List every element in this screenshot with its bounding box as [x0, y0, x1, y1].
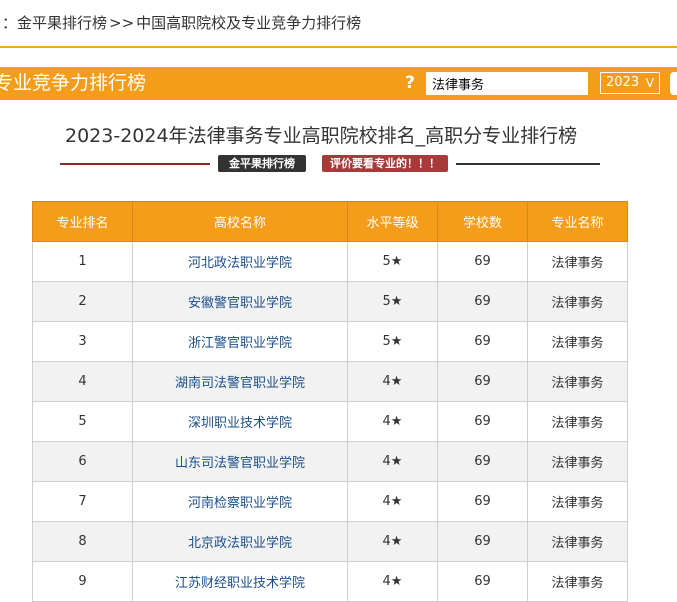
cell-rank: 9	[32, 561, 133, 602]
cell-school-link[interactable]: 湖南司法警官职业学院	[132, 361, 348, 402]
cell-level: 4★	[347, 481, 438, 522]
cell-count: 69	[437, 321, 528, 362]
header-banner: 专业竞争力排行榜 ? 2023 V	[0, 67, 677, 100]
breadcrumb-current-link[interactable]: 中国高职院校及专业竞争力排行榜	[136, 0, 361, 46]
table-row: 2 安徽警官职业学院 5★ 69 法律事务	[32, 281, 628, 322]
review-tag[interactable]: 评价要看专业的！！！	[322, 155, 448, 172]
title-divider-right	[456, 163, 600, 165]
cell-rank: 1	[32, 241, 133, 282]
cell-major: 法律事务	[527, 521, 628, 562]
search-button[interactable]	[670, 72, 677, 95]
cell-level: 4★	[347, 561, 438, 602]
cell-level: 4★	[347, 521, 438, 562]
table-row: 9 江苏财经职业技术学院 4★ 69 法律事务	[32, 561, 628, 602]
table-header-row: 专业排名 高校名称 水平等级 学校数 专业名称	[32, 201, 628, 242]
cell-count: 69	[437, 361, 528, 402]
table-row: 4 湖南司法警官职业学院 4★ 69 法律事务	[32, 361, 628, 402]
breadcrumb-separator: >>	[109, 14, 135, 32]
breadcrumb-home-link[interactable]: ：金平果排行榜	[2, 0, 107, 46]
cell-school-link[interactable]: 山东司法警官职业学院	[132, 441, 348, 482]
cell-rank: 5	[32, 401, 133, 442]
header-major: 专业名称	[527, 201, 628, 242]
cell-rank: 2	[32, 281, 133, 322]
cell-rank: 4	[32, 361, 133, 402]
cell-major: 法律事务	[527, 321, 628, 362]
year-select[interactable]: 2023 V	[600, 72, 660, 94]
cell-school-link[interactable]: 江苏财经职业技术学院	[132, 561, 348, 602]
cell-school-link[interactable]: 北京政法职业学院	[132, 521, 348, 562]
cell-major: 法律事务	[527, 401, 628, 442]
cell-school-link[interactable]: 河北政法职业学院	[132, 241, 348, 282]
cell-count: 69	[437, 241, 528, 282]
brand-tag[interactable]: 金平果排行榜	[218, 155, 306, 172]
cell-count: 69	[437, 441, 528, 482]
table-row: 7 河南检察职业学院 4★ 69 法律事务	[32, 481, 628, 522]
cell-count: 69	[437, 401, 528, 442]
cell-level: 5★	[347, 281, 438, 322]
table-row: 1 河北政法职业学院 5★ 69 法律事务	[32, 241, 628, 282]
chevron-down-icon: V	[645, 76, 654, 90]
table-row: 3 浙江警官职业学院 5★ 69 法律事务	[32, 321, 628, 362]
cell-level: 4★	[347, 361, 438, 402]
cell-rank: 8	[32, 521, 133, 562]
header-rank: 专业排名	[32, 201, 133, 242]
page-title: 2023-2024年法律事务专业高职院校排名_高职分专业排行榜	[65, 125, 578, 147]
breadcrumb: ：金平果排行榜 >> 中国高职院校及专业竞争力排行榜	[0, 0, 677, 48]
cell-rank: 6	[32, 441, 133, 482]
ranking-table: 专业排名 高校名称 水平等级 学校数 专业名称 1 河北政法职业学院 5★ 69…	[32, 201, 628, 602]
cell-major: 法律事务	[527, 441, 628, 482]
cell-rank: 7	[32, 481, 133, 522]
header-count: 学校数	[437, 201, 528, 242]
cell-school-link[interactable]: 河南检察职业学院	[132, 481, 348, 522]
year-select-value: 2023	[606, 75, 640, 90]
cell-level: 4★	[347, 441, 438, 482]
cell-count: 69	[437, 281, 528, 322]
table-row: 6 山东司法警官职业学院 4★ 69 法律事务	[32, 441, 628, 482]
cell-major: 法律事务	[527, 481, 628, 522]
help-icon[interactable]: ?	[405, 67, 415, 100]
cell-major: 法律事务	[527, 561, 628, 602]
cell-level: 5★	[347, 241, 438, 282]
header-school: 高校名称	[132, 201, 348, 242]
header-level: 水平等级	[347, 201, 438, 242]
table-row: 8 北京政法职业学院 4★ 69 法律事务	[32, 521, 628, 562]
cell-school-link[interactable]: 浙江警官职业学院	[132, 321, 348, 362]
cell-major: 法律事务	[527, 281, 628, 322]
cell-level: 4★	[347, 401, 438, 442]
search-input[interactable]	[426, 72, 588, 95]
title-divider-left	[60, 163, 210, 165]
cell-count: 69	[437, 521, 528, 562]
cell-rank: 3	[32, 321, 133, 362]
cell-major: 法律事务	[527, 241, 628, 282]
cell-count: 69	[437, 561, 528, 602]
cell-count: 69	[437, 481, 528, 522]
cell-school-link[interactable]: 深圳职业技术学院	[132, 401, 348, 442]
cell-major: 法律事务	[527, 361, 628, 402]
banner-title: 专业竞争力排行榜	[0, 72, 147, 94]
cell-level: 5★	[347, 321, 438, 362]
table-row: 5 深圳职业技术学院 4★ 69 法律事务	[32, 401, 628, 442]
cell-school-link[interactable]: 安徽警官职业学院	[132, 281, 348, 322]
